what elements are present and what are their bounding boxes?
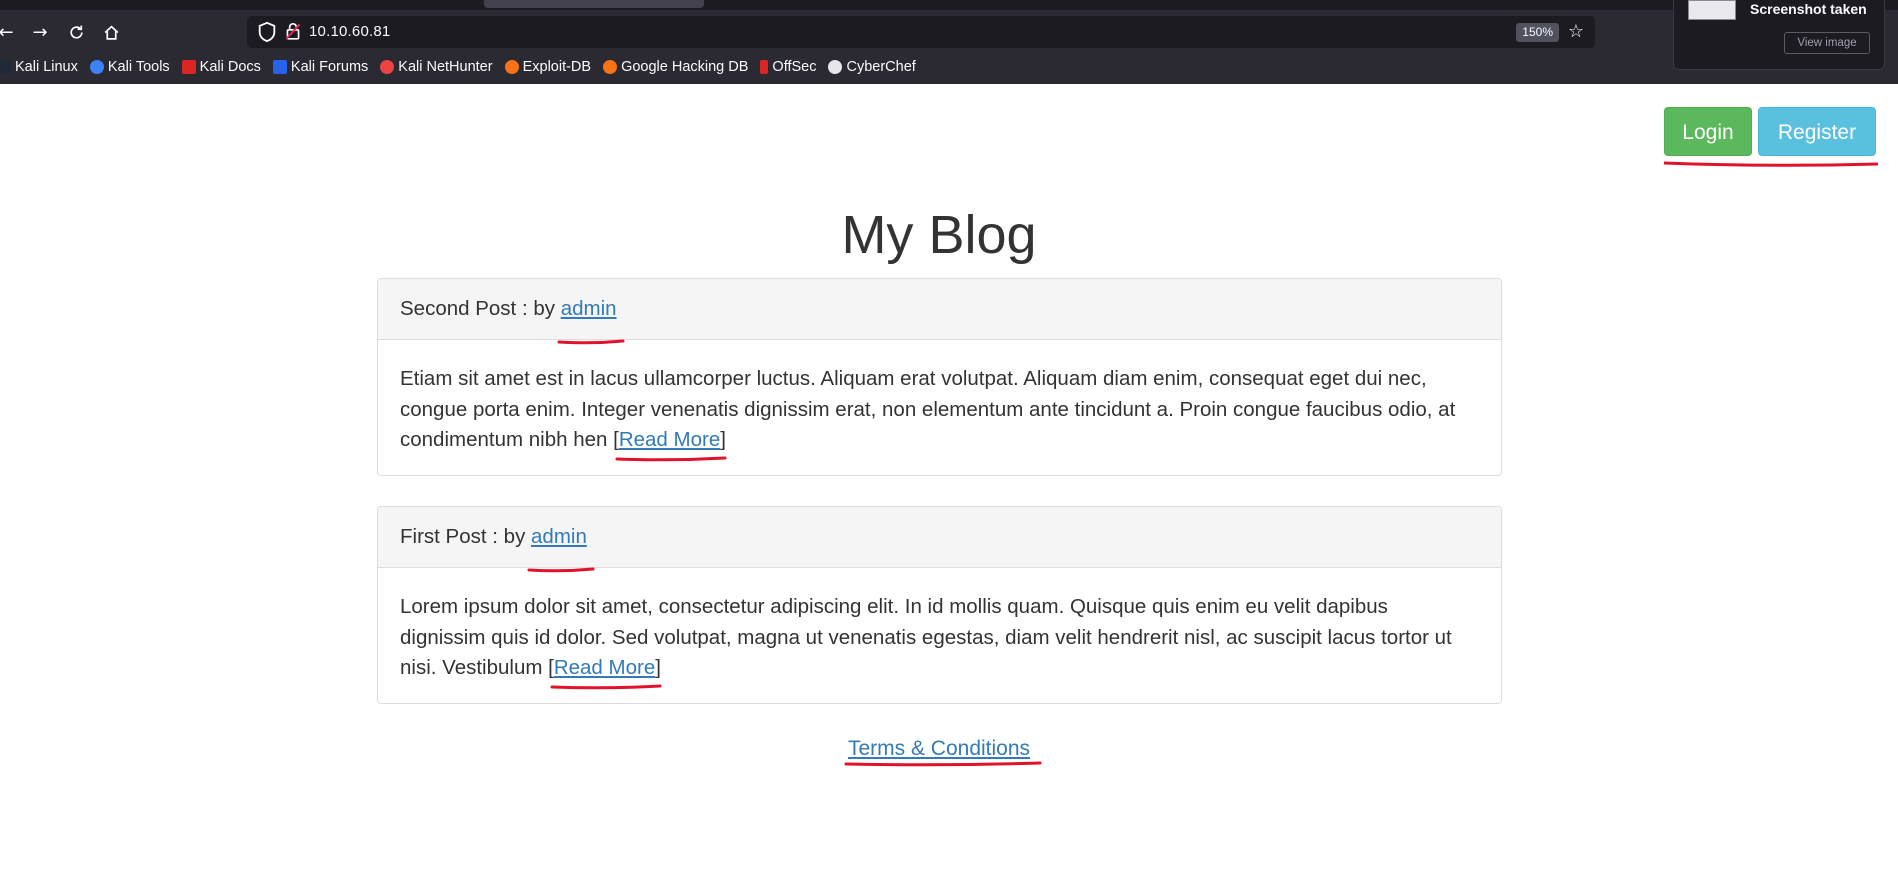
annotation-underline — [557, 339, 625, 345]
post-header: Second Post : by admin — [378, 279, 1501, 345]
kali-tools-icon — [89, 60, 104, 74]
author-link[interactable]: admin — [561, 297, 617, 320]
back-icon[interactable]: ← — [0, 18, 20, 46]
bookmark-kali-nethunter[interactable]: Kali NetHunter — [380, 59, 493, 75]
zoom-level-badge[interactable]: 150% — [1516, 23, 1559, 42]
exploit-db-icon — [504, 60, 519, 74]
post-by-label: : by — [516, 297, 561, 320]
annotation-underline — [844, 761, 1042, 767]
bookmark-kali-linux[interactable]: Kali Linux — [0, 59, 78, 75]
kali-docs-icon — [181, 60, 196, 74]
page-title: My Blog — [841, 205, 1037, 265]
post-title: First Post — [400, 525, 487, 548]
bookmark-star-icon[interactable]: ☆ — [1563, 19, 1589, 45]
ghdb-icon — [603, 60, 618, 74]
bookmark-kali-docs[interactable]: Kali Docs — [181, 59, 261, 75]
read-more-link[interactable]: Read More — [619, 428, 720, 451]
footer: Terms & Conditions — [0, 737, 1878, 767]
post-body: Etiam sit amet est in lacus ullamcorper … — [378, 340, 1501, 475]
post-by-label: : by — [486, 525, 532, 548]
author-link[interactable]: admin — [531, 525, 587, 548]
login-button[interactable]: Login — [1664, 107, 1752, 156]
bookmark-offsec[interactable]: OffSec — [760, 59, 816, 75]
bookmark-kali-tools[interactable]: Kali Tools — [89, 59, 170, 75]
annotation-underline — [1664, 161, 1878, 167]
browser-toolbar: ← → 10.10.60.81 150% ☆ Kali Linux Kali T… — [0, 0, 1898, 84]
post-card: Second Post : by admin Etiam sit amet es… — [377, 278, 1502, 476]
reload-icon[interactable] — [62, 18, 90, 46]
kali-dragon-icon — [0, 60, 11, 74]
read-more-link[interactable]: Read More — [554, 656, 655, 679]
annotation-underline — [527, 567, 595, 573]
cyberchef-icon — [828, 60, 843, 74]
home-icon[interactable] — [97, 18, 125, 46]
notification-title: Screenshot taken — [1750, 1, 1867, 17]
screenshot-notification: Screenshot taken View image — [1673, 0, 1885, 70]
post-body: Lorem ipsum dolor sit amet, consectetur … — [378, 568, 1501, 703]
address-bar[interactable]: 10.10.60.81 150% ☆ — [247, 16, 1595, 48]
nethunter-icon — [380, 60, 395, 74]
view-image-button[interactable]: View image — [1784, 32, 1870, 54]
kali-forums-icon — [272, 60, 287, 74]
offsec-icon — [760, 60, 769, 74]
tab-strip — [0, 0, 1898, 10]
post-excerpt: Etiam sit amet est in lacus ullamcorper … — [400, 367, 1456, 451]
annotation-underline — [615, 456, 727, 461]
bookmark-cyberchef[interactable]: CyberChef — [828, 59, 916, 75]
post-title: Second Post — [400, 297, 517, 320]
post-card: First Post : by admin Lorem ipsum dolor … — [377, 506, 1502, 704]
bookmark-google-hacking-db[interactable]: Google Hacking DB — [603, 59, 748, 75]
insecure-lock-icon[interactable] — [284, 21, 306, 43]
active-tab[interactable] — [484, 0, 704, 8]
url-text[interactable]: 10.10.60.81 — [309, 23, 390, 40]
shield-icon[interactable] — [257, 21, 279, 43]
bookmark-kali-forums[interactable]: Kali Forums — [272, 59, 368, 75]
annotation-underline — [550, 684, 662, 689]
screenshot-thumbnail[interactable] — [1688, 0, 1736, 20]
bookmarks-toolbar: Kali Linux Kali Tools Kali Docs Kali For… — [0, 56, 928, 78]
bookmark-exploit-db[interactable]: Exploit-DB — [504, 59, 591, 75]
terms-conditions-link[interactable]: Terms & Conditions — [848, 737, 1030, 760]
post-header: First Post : by admin — [378, 507, 1501, 573]
register-button[interactable]: Register — [1758, 107, 1876, 156]
forward-icon[interactable]: → — [26, 18, 54, 46]
